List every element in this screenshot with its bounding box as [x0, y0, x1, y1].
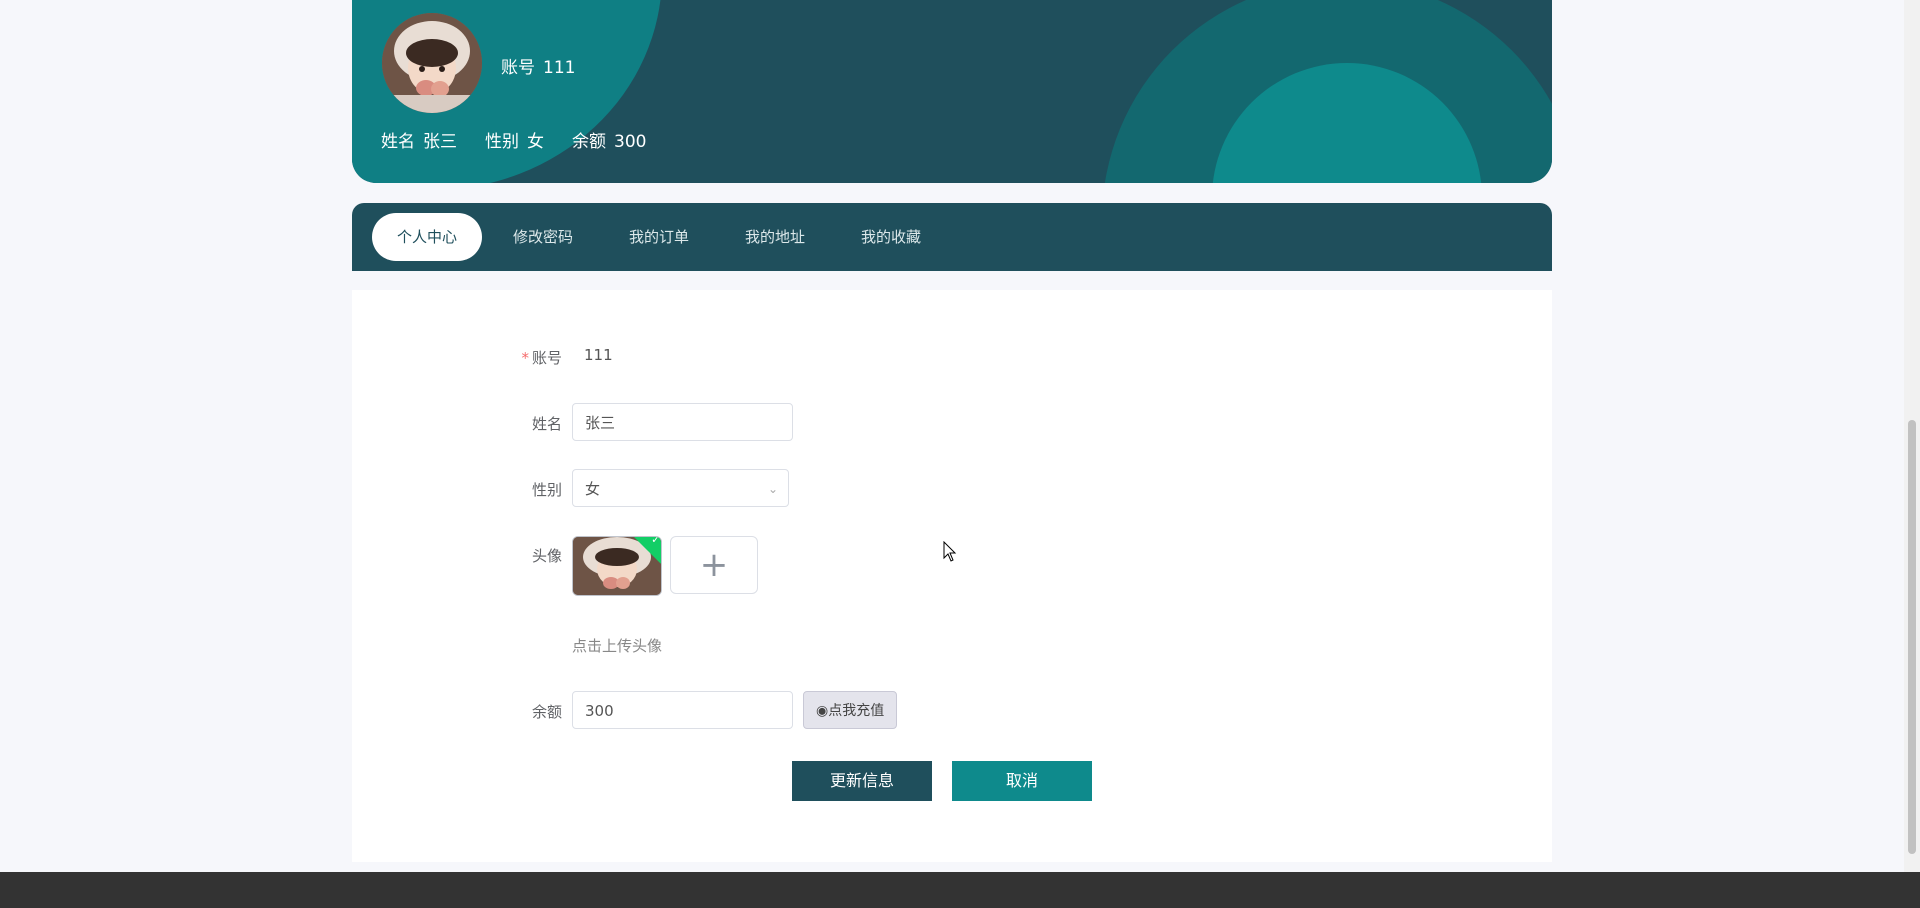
recharge-label: 点我充值: [828, 703, 885, 719]
tab-personal-center[interactable]: 个人中心: [372, 213, 483, 261]
profile-name-label: 姓名: [381, 132, 415, 152]
account-label: * 账号: [482, 347, 562, 368]
scrollbar[interactable]: [1904, 0, 1920, 872]
name-label: 姓名: [531, 415, 562, 433]
balance-input[interactable]: 300: [572, 691, 793, 729]
tab-my-address[interactable]: 我的地址: [745, 213, 805, 261]
profile-card: 账号 111 姓名 张三 性别女 余额 300: [352, 0, 1552, 183]
upload-avatar-button[interactable]: +: [670, 536, 758, 594]
coin-icon: ◉: [816, 703, 829, 719]
footer: [0, 872, 1920, 908]
avatar-label: 头像: [531, 547, 562, 565]
gender-select-value: 女: [585, 480, 601, 498]
tab-bar: 个人中心 修改密码 我的订单 我的地址 我的收藏: [352, 203, 1552, 271]
profile-account-label: 账号: [501, 58, 535, 78]
mouse-cursor-icon: [943, 541, 957, 562]
profile-gender-label: 性别: [485, 132, 519, 152]
gender-label: 性别: [531, 481, 562, 499]
recharge-button[interactable]: ◉点我充值: [803, 691, 898, 729]
profile-balance-value: 300: [614, 132, 647, 152]
profile-name-value: 张三: [423, 132, 457, 152]
tab-my-favorites[interactable]: 我的收藏: [861, 213, 921, 261]
avatar: [382, 13, 482, 113]
tab-change-password[interactable]: 修改密码: [513, 213, 573, 261]
scrollbar-thumb[interactable]: [1908, 420, 1916, 854]
chevron-down-icon: ⌄: [767, 482, 778, 496]
profile-gender: 性别女: [485, 127, 544, 152]
account-value: 111: [584, 346, 613, 364]
profile-balance: 余额 300: [572, 127, 646, 152]
profile-gender-value: 女: [527, 132, 544, 152]
gender-select[interactable]: 女 ⌄: [572, 469, 789, 507]
plus-icon: +: [699, 545, 729, 585]
avatar-thumbnail[interactable]: ✓: [572, 536, 662, 596]
check-icon: ✓: [651, 536, 661, 547]
tab-my-orders[interactable]: 我的订单: [629, 213, 689, 261]
balance-label: 余额: [531, 703, 562, 721]
profile-account-value: 111: [543, 58, 576, 78]
required-asterisk: *: [521, 349, 529, 367]
profile-name: 姓名 张三: [381, 127, 457, 152]
account-label-text: 账号: [531, 349, 562, 367]
update-info-button[interactable]: 更新信息: [792, 761, 932, 801]
profile-form: * 账号 111 姓名 张三 性别 女 ⌄ 头像 ✓ + 点击上传头像 余额 30…: [352, 290, 1552, 862]
name-input[interactable]: 张三: [572, 403, 793, 441]
profile-account: 账号 111: [501, 53, 575, 78]
upload-hint: 点击上传头像: [572, 637, 663, 655]
profile-balance-label: 余额: [572, 132, 606, 152]
cancel-button[interactable]: 取消: [952, 761, 1092, 801]
